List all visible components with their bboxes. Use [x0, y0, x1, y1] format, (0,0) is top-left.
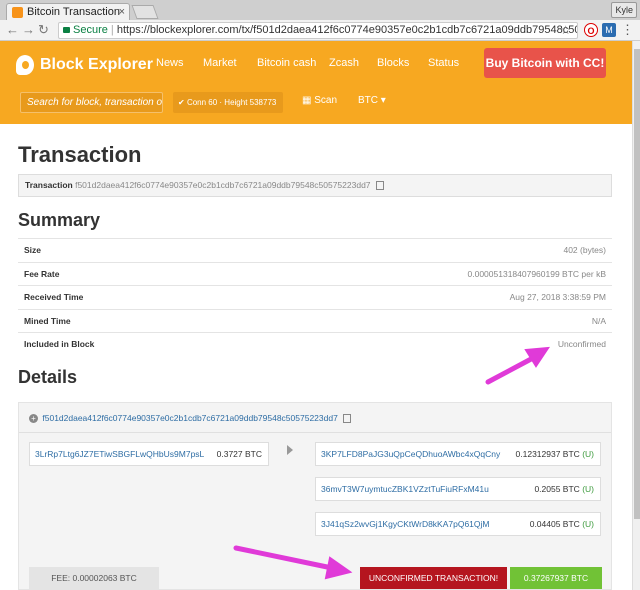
output-amount: 0.12312937 BTC	[515, 449, 580, 459]
output-amount: 0.2055 BTC	[534, 484, 580, 494]
output-row: 3J41qSz2wvGj1KgyCKtWrD8kKA7pQ61QjM 0.044…	[315, 512, 601, 536]
fee-badge: FEE: 0.00002063 BTC	[29, 567, 159, 589]
details-txid: f501d2daea412f6c0774e90357e0c2b1cdb7c672…	[42, 413, 338, 423]
nav-market[interactable]: Market	[203, 57, 237, 69]
checkmark-icon: ✔	[178, 98, 185, 107]
summary-row-size: Size 402 (bytes)	[18, 238, 612, 262]
summary-key: Included in Block	[24, 339, 95, 350]
secure-label: Secure	[73, 24, 108, 36]
summary-table: Size 402 (bytes) Fee Rate 0.000051318407…	[18, 238, 612, 356]
expand-plus-icon[interactable]: +	[29, 414, 38, 423]
browser-menu-icon[interactable]: ⋮	[621, 22, 634, 38]
nav-news[interactable]: News	[156, 57, 184, 69]
summary-key: Mined Time	[24, 315, 71, 326]
summary-value: N/A	[591, 315, 606, 326]
site-header: Block Explorer News Market Bitcoin cash …	[0, 41, 632, 124]
forward-arrow-icon[interactable]: →	[22, 22, 35, 38]
output-amount: 0.04405 BTC	[529, 519, 580, 529]
brand-logo[interactable]: Block Explorer	[16, 51, 153, 79]
summary-value: 402 (bytes)	[563, 245, 606, 256]
lock-icon	[63, 27, 70, 33]
output-amount-wrap: 0.2055 BTC (U)	[534, 478, 594, 500]
output-amount-wrap: 0.12312937 BTC (U)	[516, 443, 594, 465]
summary-row-mined-time: Mined Time N/A	[18, 308, 612, 333]
profile-badge[interactable]: Kyle	[611, 2, 637, 18]
input-row: 3LrRp7Ltg6JZ7ETiwSBGFLwQHbUs9M7psL 0.372…	[29, 442, 269, 466]
opera-extension-icon[interactable]: O	[584, 23, 598, 37]
address-bar[interactable]: Secure | https://blockexplorer.com/tx/f5…	[58, 22, 578, 39]
output-address[interactable]: 36mvT3W7uymtucZBK1VZztTuFiuRFxM41u	[321, 484, 489, 494]
summary-title: Summary	[18, 210, 101, 230]
divider	[19, 432, 611, 433]
qr-scan-icon: ▦	[302, 95, 312, 106]
nav-status[interactable]: Status	[428, 57, 459, 69]
back-arrow-icon[interactable]: ←	[6, 22, 19, 38]
input-amount: 0.3727 BTC	[216, 449, 262, 459]
m-extension-icon[interactable]: M	[602, 23, 616, 37]
output-address[interactable]: 3KP7LFD8PaJG3uQpCeQDhuoAWbc4xQqCny	[321, 449, 500, 459]
currency-dropdown[interactable]: BTC ▾	[358, 95, 386, 106]
summary-row-fee-rate: Fee Rate 0.000051318407960199 BTC per kB	[18, 261, 612, 286]
nav-bitcoin-cash[interactable]: Bitcoin cash	[257, 57, 316, 69]
reload-icon[interactable]: ↻	[38, 22, 49, 38]
output-status: (U)	[582, 449, 594, 459]
transaction-id-box: Transaction f501d2daea412f6c0774e90357e0…	[18, 174, 612, 197]
output-status: (U)	[582, 519, 594, 529]
details-title: Details	[18, 367, 78, 387]
nav-zcash[interactable]: Zcash	[329, 57, 359, 69]
details-panel: + f501d2daea412f6c0774e90357e0c2b1cdb7c6…	[18, 402, 612, 590]
browser-toolbar: ← → ↻ Secure | https://blockexplorer.com…	[0, 20, 640, 41]
transaction-id: f501d2daea412f6c0774e90357e0c2b1cdb7c672…	[75, 180, 371, 190]
scan-button[interactable]: ▦ Scan	[302, 95, 337, 106]
summary-key: Received Time	[24, 292, 84, 303]
summary-value: Unconfirmed	[557, 339, 606, 350]
browser-tab-bar: Bitcoin Transaction × Kyle	[0, 0, 640, 20]
output-address[interactable]: 3J41qSz2wvGj1KgyCKtWrD8kKA7pQ61QjM	[321, 519, 490, 529]
details-transaction-link[interactable]: + f501d2daea412f6c0774e90357e0c2b1cdb7c6…	[29, 413, 352, 424]
bitcoin-favicon-icon	[12, 7, 23, 18]
summary-key: Size	[24, 245, 42, 256]
connection-label: Conn 60 · Height 538773	[186, 98, 277, 107]
output-row: 3KP7LFD8PaJG3uQpCeQDhuoAWbc4xQqCny 0.123…	[315, 442, 601, 466]
copy-icon[interactable]	[343, 414, 352, 424]
output-status: (U)	[582, 484, 594, 494]
search-input[interactable]	[20, 92, 163, 113]
tab-close-icon[interactable]: ×	[119, 4, 125, 20]
url-text: https://blockexplorer.com/tx/f501d2daea4…	[116, 24, 577, 36]
scrollbar-thumb[interactable]	[634, 49, 640, 519]
input-address[interactable]: 3LrRp7Ltg6JZ7ETiwSBGFLwQHbUs9M7psL	[35, 449, 204, 459]
output-amount-wrap: 0.04405 BTC (U)	[530, 513, 594, 535]
arrow-right-icon	[287, 445, 293, 455]
connection-status: ✔ Conn 60 · Height 538773	[173, 92, 283, 113]
new-tab-button[interactable]	[131, 5, 159, 19]
summary-row-received-time: Received Time Aug 27, 2018 3:38:59 PM	[18, 285, 612, 309]
summary-value: 0.000051318407960199 BTC per kB	[467, 268, 606, 279]
copy-icon[interactable]	[375, 181, 384, 191]
buy-bitcoin-button[interactable]: Buy Bitcoin with CC!	[484, 48, 606, 78]
summary-row-included-in-block: Included in Block Unconfirmed	[18, 332, 612, 356]
page-title: Transaction	[18, 142, 142, 167]
bookmark-star-icon[interactable]: ☆	[560, 23, 571, 38]
unconfirmed-transaction-button[interactable]: UNCONFIRMED TRANSACTION!	[360, 567, 507, 589]
total-amount-button[interactable]: 0.37267937 BTC	[510, 567, 602, 589]
browser-tab[interactable]: Bitcoin Transaction ×	[6, 3, 130, 20]
transaction-id-label: Transaction	[25, 180, 73, 190]
summary-key: Fee Rate	[24, 268, 60, 279]
page-scrollbar[interactable]	[632, 41, 640, 590]
nav-blocks[interactable]: Blocks	[377, 57, 409, 69]
brand-name: Block Explorer	[40, 56, 153, 73]
output-row: 36mvT3W7uymtucZBK1VZztTuFiuRFxM41u 0.205…	[315, 477, 601, 501]
block-explorer-logo-icon	[16, 55, 34, 75]
summary-value: Aug 27, 2018 3:38:59 PM	[509, 292, 606, 303]
scan-label: Scan	[314, 95, 338, 106]
tab-title: Bitcoin Transaction	[27, 6, 120, 18]
